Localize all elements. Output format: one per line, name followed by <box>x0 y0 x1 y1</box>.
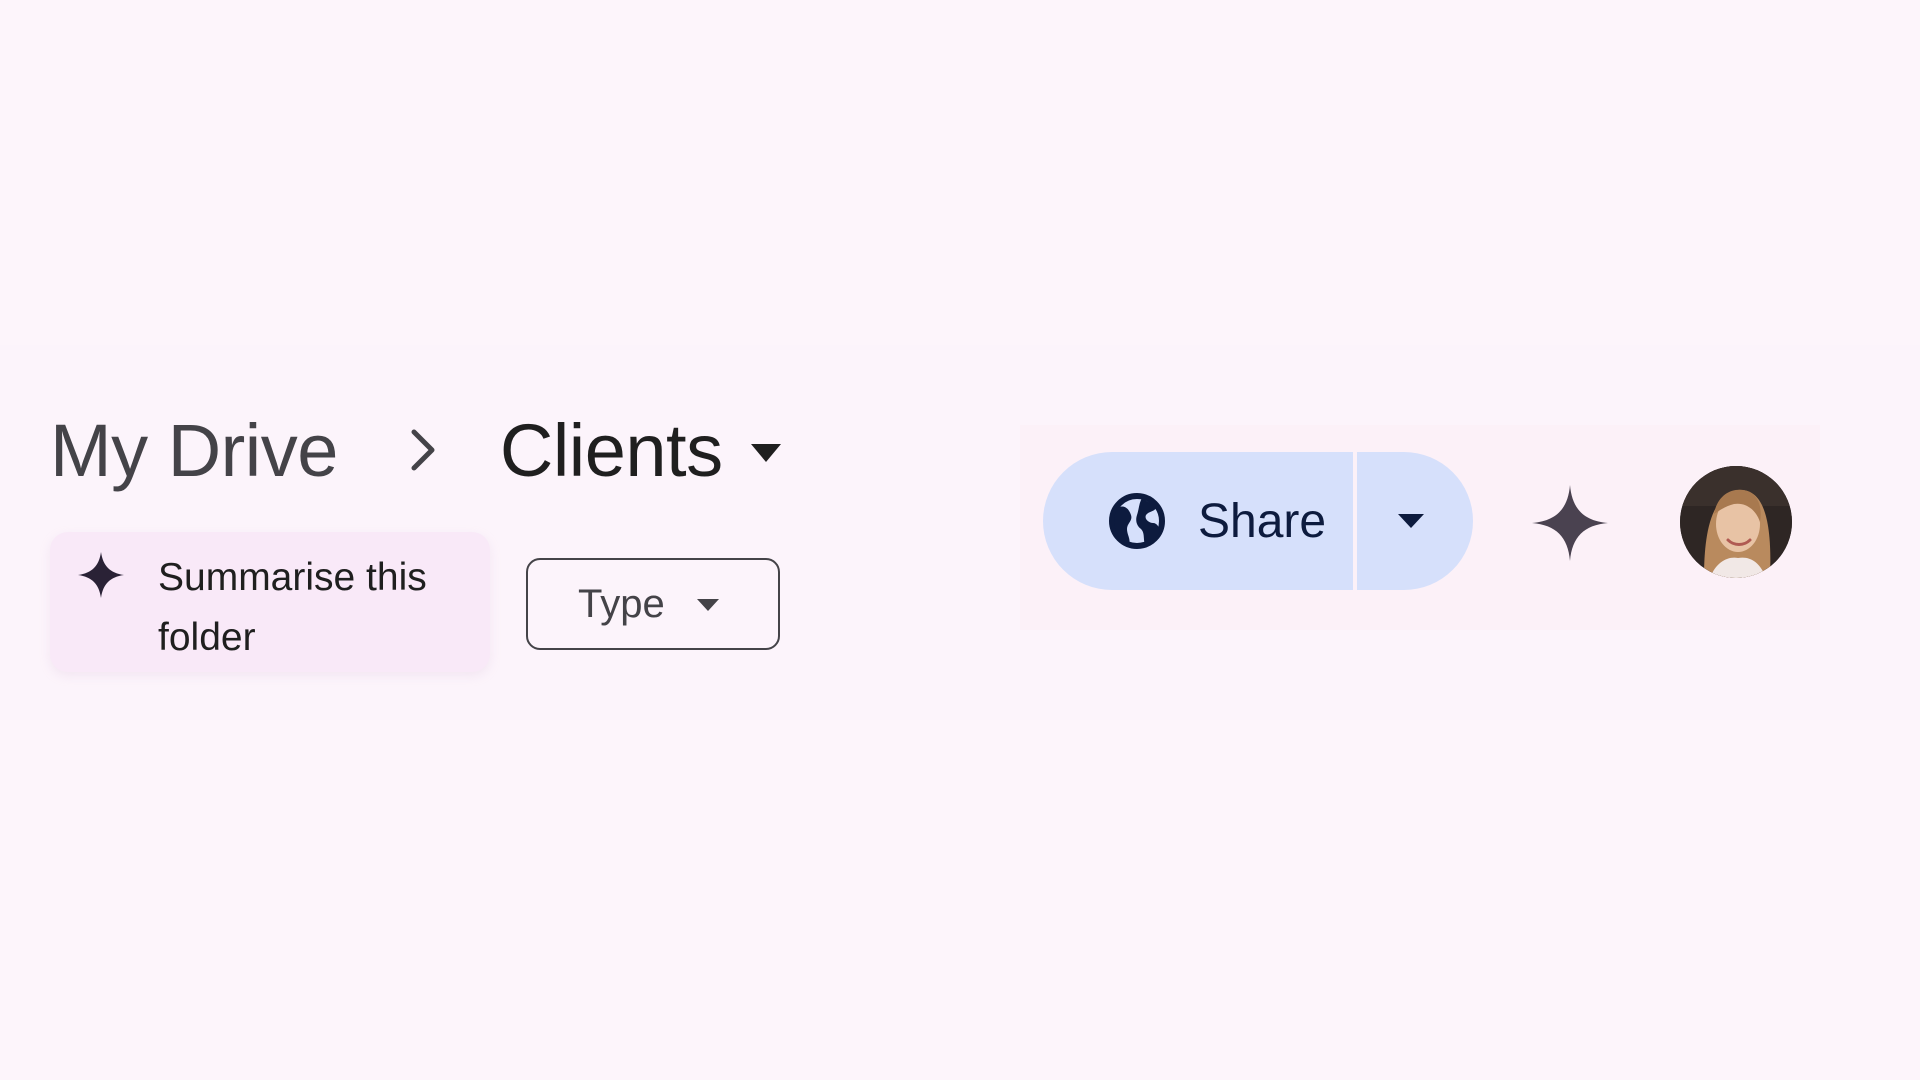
breadcrumb: My Drive Clients <box>50 405 781 495</box>
share-split-button: Share <box>1043 452 1473 590</box>
breadcrumb-current-folder[interactable]: Clients <box>500 408 781 493</box>
summarise-folder-label: Summarise this folder <box>158 556 427 659</box>
caret-down-icon <box>750 444 781 462</box>
sparkle-icon <box>78 552 124 598</box>
caret-down-icon <box>1398 514 1424 528</box>
breadcrumb-my-drive[interactable]: My Drive <box>50 408 338 493</box>
summarise-folder-button[interactable]: Summarise this folder <box>50 532 490 672</box>
gemini-sparkle-icon[interactable] <box>1530 483 1610 563</box>
share-button-label: Share <box>1198 494 1327 548</box>
user-avatar-photo <box>1680 466 1792 578</box>
chevron-right-icon <box>411 429 435 471</box>
globe-icon <box>1109 493 1165 549</box>
type-filter-chip[interactable]: Type <box>526 558 780 650</box>
type-filter-label: Type <box>578 581 665 626</box>
account-avatar[interactable] <box>1680 466 1792 578</box>
share-button[interactable]: Share <box>1043 452 1353 590</box>
caret-down-icon <box>696 599 719 611</box>
breadcrumb-clients-label: Clients <box>499 408 723 492</box>
